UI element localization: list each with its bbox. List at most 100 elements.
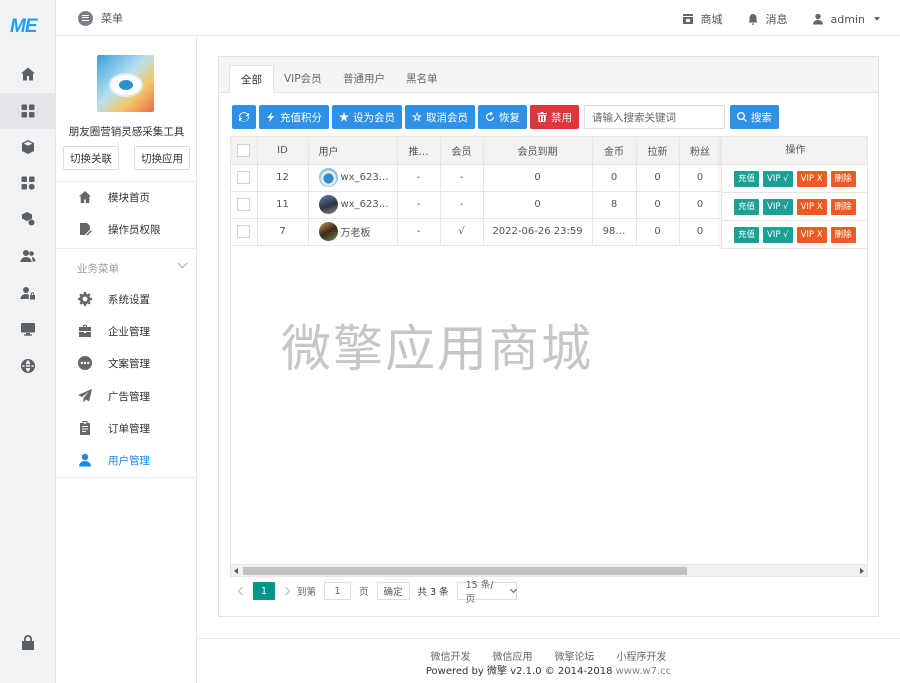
rail-globe-icon[interactable] bbox=[0, 348, 56, 384]
column-header[interactable]: 用户 bbox=[308, 137, 398, 165]
sidebar-item-label: 模块首页 bbox=[108, 191, 150, 204]
page-size-select[interactable]: 15 条/页 bbox=[456, 580, 517, 605]
sidebar-item-copy-management[interactable]: 文案管理 bbox=[56, 347, 197, 379]
goto-label: 到第 bbox=[297, 587, 317, 598]
rail-modules-gear-icon[interactable] bbox=[0, 165, 56, 201]
recharge-button[interactable]: 充值 bbox=[734, 226, 760, 243]
set-member-button[interactable]: 设为会员 bbox=[332, 105, 402, 129]
messages-link[interactable]: 消息 bbox=[747, 11, 788, 27]
chevron-down-icon[interactable] bbox=[177, 258, 188, 269]
current-page[interactable]: 1 bbox=[253, 582, 275, 600]
fans-cell: 0 bbox=[679, 164, 722, 192]
vip-disable-button[interactable]: VIP X bbox=[796, 226, 827, 243]
rail-home-icon[interactable] bbox=[0, 56, 56, 92]
tab-vip[interactable]: VIP会员 bbox=[273, 65, 333, 93]
row-checkbox[interactable] bbox=[237, 198, 251, 211]
icon-rail: ME bbox=[0, 0, 56, 683]
sidebar-item-ad-management[interactable]: 广告管理 bbox=[56, 380, 197, 412]
rail-monitor-icon[interactable] bbox=[0, 311, 56, 347]
site-link[interactable]: www.w7.cc bbox=[616, 666, 672, 677]
bolt-icon bbox=[267, 112, 274, 122]
avatar bbox=[318, 168, 338, 187]
column-header[interactable]: ID bbox=[257, 137, 309, 165]
invites-cell: 0 bbox=[636, 191, 680, 219]
sidebar-item-module-home[interactable]: 模块首页 bbox=[56, 181, 197, 213]
rail-user-lock-icon[interactable] bbox=[0, 275, 56, 311]
rail-cube-icon[interactable] bbox=[0, 129, 56, 165]
prev-page-icon[interactable] bbox=[237, 586, 247, 596]
rail-apps-icon[interactable] bbox=[0, 93, 56, 129]
brand-link[interactable]: 微擎 bbox=[487, 666, 507, 677]
paper-plane-icon bbox=[78, 389, 92, 403]
rail-package-settings-icon[interactable] bbox=[0, 201, 56, 237]
app-name: 朋友圈营销灵感采集工具 bbox=[68, 126, 185, 138]
scroll-left-icon[interactable] bbox=[234, 568, 238, 574]
table-header-row: ID 用户 推… 会员 会员到期 金币 拉新 粉丝 bbox=[231, 137, 722, 165]
rail-users-icon[interactable] bbox=[0, 238, 56, 274]
vip-disable-button[interactable]: VIP X bbox=[796, 198, 827, 215]
horizontal-scrollbar[interactable] bbox=[231, 564, 867, 576]
cancel-member-button[interactable]: 取消会员 bbox=[405, 105, 475, 129]
switch-app-button[interactable]: 切换应用 bbox=[134, 146, 190, 170]
trash-icon bbox=[537, 112, 547, 122]
store-link[interactable]: 商城 bbox=[682, 11, 723, 27]
row-actions: 充值 VIP √ VIP X 删除 bbox=[722, 193, 867, 221]
tab-blacklist[interactable]: 黑名单 bbox=[395, 65, 449, 93]
footer-link[interactable]: 微信开发 bbox=[431, 648, 471, 663]
lock-icon[interactable] bbox=[21, 634, 35, 653]
vip-enable-button[interactable]: VIP √ bbox=[763, 226, 793, 243]
next-page-icon[interactable] bbox=[281, 586, 291, 596]
menu-toggle[interactable]: 菜单 bbox=[78, 10, 123, 26]
footer-link[interactable]: 小程序开发 bbox=[617, 648, 667, 663]
switch-relation-button[interactable]: 切换关联 bbox=[63, 146, 119, 170]
expire-cell: 0 bbox=[483, 164, 593, 192]
search-button[interactable]: 搜索 bbox=[730, 105, 779, 129]
scrollbar-thumb[interactable] bbox=[243, 567, 687, 575]
sidebar-item-label: 操作员权限 bbox=[108, 223, 161, 236]
column-header[interactable]: 会员到期 bbox=[483, 137, 593, 165]
footer-link[interactable]: 微擎论坛 bbox=[555, 648, 595, 663]
sidebar-item-company-management[interactable]: 企业管理 bbox=[56, 315, 197, 347]
column-header[interactable]: 粉丝 bbox=[679, 137, 722, 165]
scroll-right-icon[interactable] bbox=[860, 568, 864, 574]
app-logo[interactable]: ME bbox=[10, 16, 46, 40]
watermark: 微擎应用商城 bbox=[281, 320, 593, 378]
confirm-page-button[interactable]: 确定 bbox=[376, 582, 410, 600]
recharge-points-button[interactable]: 充值积分 bbox=[259, 105, 329, 129]
ban-button[interactable]: 禁用 bbox=[530, 105, 579, 129]
delete-button[interactable]: 删除 bbox=[830, 198, 856, 215]
restore-button[interactable]: 恢复 bbox=[478, 105, 527, 129]
footer-link[interactable]: 微信应用 bbox=[493, 648, 533, 663]
column-header[interactable]: 会员 bbox=[440, 137, 484, 165]
column-header[interactable]: 推… bbox=[397, 137, 441, 165]
sidebar-item-label: 订单管理 bbox=[108, 422, 150, 435]
column-header[interactable]: 金币 bbox=[592, 137, 637, 165]
sidebar-item-order-management[interactable]: 订单管理 bbox=[56, 412, 197, 444]
vip-enable-button[interactable]: VIP √ bbox=[763, 170, 793, 187]
row-select-cell bbox=[231, 191, 258, 219]
top-bar: 菜单 商城 消息 admin bbox=[56, 0, 900, 36]
row-checkbox[interactable] bbox=[237, 171, 251, 184]
sidebar-item-operator-permissions[interactable]: 操作员权限 bbox=[56, 213, 197, 245]
delete-button[interactable]: 删除 bbox=[830, 170, 856, 187]
caret-down-icon bbox=[874, 17, 880, 21]
tab-regular-users[interactable]: 普通用户 bbox=[332, 65, 396, 93]
select-all-checkbox[interactable] bbox=[237, 143, 251, 157]
tab-all[interactable]: 全部 bbox=[229, 65, 274, 93]
recharge-button[interactable]: 充值 bbox=[734, 170, 760, 187]
recharge-button[interactable]: 充值 bbox=[734, 198, 760, 215]
button-label: 设为会员 bbox=[353, 111, 395, 124]
sidebar-item-user-management[interactable]: 用户管理 bbox=[56, 444, 197, 476]
sidebar-item-system-settings[interactable]: 系统设置 bbox=[56, 283, 197, 315]
vip-enable-button[interactable]: VIP √ bbox=[763, 198, 793, 215]
refresh-button[interactable] bbox=[232, 105, 256, 129]
row-checkbox[interactable] bbox=[237, 225, 251, 238]
column-header[interactable]: 拉新 bbox=[636, 137, 680, 165]
coins-cell: 0 bbox=[592, 164, 637, 192]
user-menu[interactable]: admin bbox=[812, 13, 880, 26]
vip-disable-button[interactable]: VIP X bbox=[796, 170, 827, 187]
delete-button[interactable]: 删除 bbox=[830, 226, 856, 243]
search-input[interactable]: 请输入搜索关键词 bbox=[584, 105, 725, 129]
page-number-input[interactable]: 1 bbox=[324, 582, 352, 600]
coins-cell: 8 bbox=[592, 191, 637, 219]
